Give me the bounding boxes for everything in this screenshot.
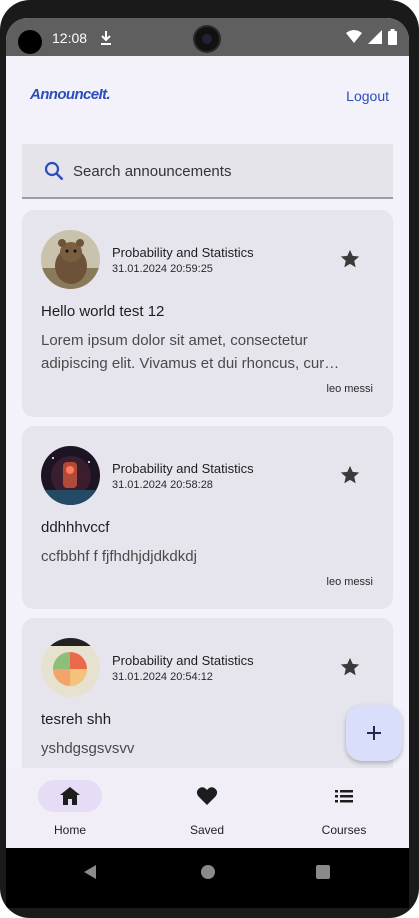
star-icon[interactable] xyxy=(339,248,361,270)
back-icon[interactable] xyxy=(82,864,98,880)
nav-label-saved: Saved xyxy=(189,823,225,837)
space-art xyxy=(41,446,100,505)
announcement-body: ccfbbhf f fjfhdhjdjdkdkdj xyxy=(41,548,197,565)
announcement-author: leo messi xyxy=(326,576,373,588)
system-navigation-bar xyxy=(6,848,409,908)
announcement-body: yshdgsgsvsvv xyxy=(41,740,135,757)
announcement-card[interactable]: Probability and Statistics 31.01.2024 20… xyxy=(22,426,393,609)
announcement-body: Lorem ipsum dolor sit amet, consectetur … xyxy=(41,332,340,372)
course-avatar xyxy=(41,446,100,505)
nav-home[interactable]: Home xyxy=(20,780,120,840)
search-input[interactable]: Search announcements xyxy=(73,163,231,180)
home-icon xyxy=(60,787,80,805)
status-bar: 12:08 xyxy=(6,18,409,56)
logout-button[interactable]: Logout xyxy=(346,88,389,104)
announcement-date: 31.01.2024 20:54:12 xyxy=(112,671,213,683)
home-circle-icon[interactable] xyxy=(200,864,216,880)
camera-cutout xyxy=(18,30,42,54)
quokka-photo xyxy=(41,230,100,289)
nav-label-home: Home xyxy=(53,823,86,837)
announcement-title: ddhhhvccf xyxy=(41,519,110,536)
app-screen: 12:08 AnnounceIt. Logout Search announce… xyxy=(6,18,409,908)
course-name: Probability and Statistics xyxy=(112,245,254,260)
recents-icon[interactable] xyxy=(316,865,330,879)
status-time: 12:08 xyxy=(52,30,88,46)
wifi-icon xyxy=(346,30,362,43)
battery-icon xyxy=(388,29,397,45)
nav-saved[interactable]: Saved xyxy=(157,780,257,840)
plus-icon xyxy=(367,726,381,740)
download-icon xyxy=(101,31,111,45)
app-bar: AnnounceIt. Logout xyxy=(6,56,409,138)
search-icon xyxy=(44,161,64,181)
nav-label-courses: Courses xyxy=(321,823,367,837)
announcement-title: tesreh shh xyxy=(41,711,112,728)
announcement-author: leo messi xyxy=(326,383,373,395)
app-logo: AnnounceIt. xyxy=(30,86,111,103)
course-avatar xyxy=(41,638,100,697)
front-camera xyxy=(195,27,219,51)
phone-frame: 12:08 AnnounceIt. Logout Search announce… xyxy=(0,0,419,918)
search-field[interactable]: Search announcements xyxy=(22,144,393,199)
heart-icon xyxy=(196,787,218,805)
announcement-card[interactable]: Probability and Statistics 31.01.2024 20… xyxy=(22,210,393,417)
pie-chart-image xyxy=(41,638,100,697)
star-icon[interactable] xyxy=(339,656,361,678)
announcement-date: 31.01.2024 20:58:28 xyxy=(112,479,213,491)
announcement-title: Hello world test 12 xyxy=(41,303,165,320)
list-icon xyxy=(335,790,353,803)
course-name: Probability and Statistics xyxy=(112,653,254,668)
star-icon[interactable] xyxy=(339,464,361,486)
course-name: Probability and Statistics xyxy=(112,461,254,476)
add-announcement-button[interactable] xyxy=(346,705,402,761)
nav-courses[interactable]: Courses xyxy=(294,780,394,840)
bottom-navigation: Home Saved Courses xyxy=(6,768,409,848)
system-icons xyxy=(346,29,397,45)
signal-icon xyxy=(368,30,382,44)
course-avatar xyxy=(41,230,100,289)
announcement-date: 31.01.2024 20:59:25 xyxy=(112,263,213,275)
